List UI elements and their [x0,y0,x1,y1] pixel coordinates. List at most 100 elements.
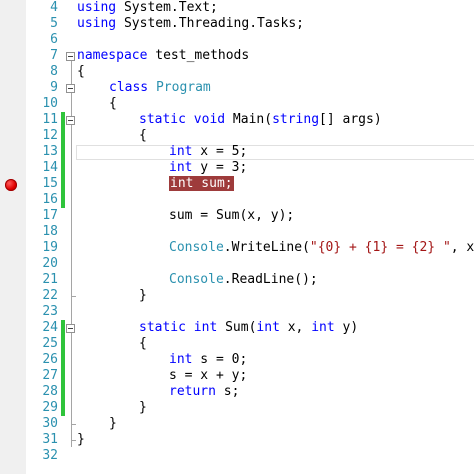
code-text: y) [334,320,359,335]
code-line-10[interactable]: { [109,96,117,112]
line-number: 16 [42,192,58,207]
line-number: 24 [42,320,58,335]
changed-lines-indicator [61,320,65,416]
code-line-29[interactable]: } [139,400,147,416]
line-number: 21 [42,272,58,287]
code-text: .ReadLine(); [223,272,318,287]
code-text: } [109,416,117,431]
code-text: Main( [225,112,273,127]
code-text: { [139,336,147,351]
line-number: 17 [42,208,58,223]
collapse-namespace-icon[interactable] [66,52,75,61]
code-text: s; [215,384,240,399]
line-number: 7 [50,48,58,63]
breakpoint-row-15[interactable] [0,177,26,193]
code-line-19[interactable]: Console.WriteLine("{0} + {1} = {2} ", x, [169,240,474,256]
collapse-sum-method-icon[interactable] [66,324,75,333]
line-number-gutter: 4 5 6 7 8 9 10 11 12 13 14 15 16 17 18 1… [26,0,60,474]
code-line-9[interactable]: class Program [109,80,211,96]
line-number: 10 [42,96,58,111]
code-line-4[interactable]: using System.Text; [77,0,218,16]
breakpoint-icon[interactable] [5,179,17,191]
line-number: 32 [42,448,58,463]
code-text: { [77,64,85,79]
code-line-5[interactable]: using System.Threading.Tasks; [77,16,304,32]
code-line-30[interactable]: } [109,416,117,432]
code-text: x, [279,320,312,335]
code-line-28[interactable]: return s; [169,384,239,400]
keyword: using [77,16,117,31]
keyword: int [193,320,218,335]
code-line-22[interactable]: } [139,288,147,304]
keyword: int [170,176,194,191]
code-line-26[interactable]: int s = 0; [169,352,247,368]
code-text: s = 0; [192,352,248,367]
keyword: return [169,384,216,399]
code-line-31[interactable]: } [77,432,85,448]
code-text: sum = Sum(x, y); [169,208,295,223]
code-line-15[interactable]: int sum; [169,176,234,192]
line-number: 14 [42,160,58,175]
code-text: } [139,400,147,415]
code-line-14[interactable]: int y = 3; [169,160,247,176]
code-text: s = x + y; [169,368,248,383]
code-line-8[interactable]: { [77,64,85,80]
line-number: 6 [50,32,58,47]
keyword: void [193,112,226,127]
breakpoint-margin[interactable] [0,0,26,474]
code-text: sum; [193,176,233,191]
code-text: .WriteLine( [223,240,310,255]
keyword: string [272,112,320,127]
line-number: 30 [42,416,58,431]
code-text: , x, [450,240,474,255]
code-line-24[interactable]: static int Sum(int x, int y) [139,320,358,336]
code-text: } [139,288,147,303]
breakpoint-highlight[interactable]: int sum; [169,176,234,191]
outline-end-main [71,296,76,297]
code-line-21[interactable]: Console.ReadLine(); [169,272,318,288]
code-line-12[interactable]: { [139,128,147,144]
line-number: 28 [42,384,58,399]
line-number: 15 [42,176,58,191]
code-text: x = 5; [192,144,248,159]
collapse-class-icon[interactable] [66,84,75,93]
code-line-13[interactable]: int x = 5; [169,144,247,160]
type-name: Console [169,240,224,255]
keyword: int [169,144,193,159]
code-text: test_methods [147,48,250,63]
line-number: 26 [42,352,58,367]
code-text: Sum( [217,320,257,335]
line-number: 8 [50,64,58,79]
line-number: 9 [50,80,58,95]
line-number: 19 [42,240,58,255]
line-number: 25 [42,336,58,351]
type-name: Console [169,272,224,287]
code-editor[interactable]: 4 5 6 7 8 9 10 11 12 13 14 15 16 17 18 1… [0,0,474,474]
keyword: int [169,160,193,175]
code-text: y = 3; [192,160,248,175]
line-number: 5 [50,16,58,31]
collapse-main-method-icon[interactable] [66,116,75,125]
code-text: [] args) [319,112,382,127]
current-line-highlight [76,145,474,160]
code-line-25[interactable]: { [139,336,147,352]
keyword: using [77,0,117,15]
line-number: 31 [42,432,58,447]
line-number: 11 [42,112,58,127]
code-line-27[interactable]: s = x + y; [169,368,247,384]
code-line-11[interactable]: static void Main(string[] args) [139,112,382,128]
line-number: 18 [42,224,58,239]
string-literal: "{0} + {1} = {2} " [309,240,451,255]
line-number: 13 [42,144,58,159]
keyword: class [109,80,149,95]
code-text: { [139,128,147,143]
type-name: Program [155,80,211,95]
line-number: 22 [42,288,58,303]
code-line-17[interactable]: sum = Sum(x, y); [169,208,294,224]
outline-end-namespace [71,440,76,441]
keyword: int [311,320,335,335]
code-text: System.Threading.Tasks; [116,16,304,31]
changed-lines-indicator [61,112,65,208]
line-number: 29 [42,400,58,415]
code-line-7[interactable]: namespace test_methods [77,48,249,64]
